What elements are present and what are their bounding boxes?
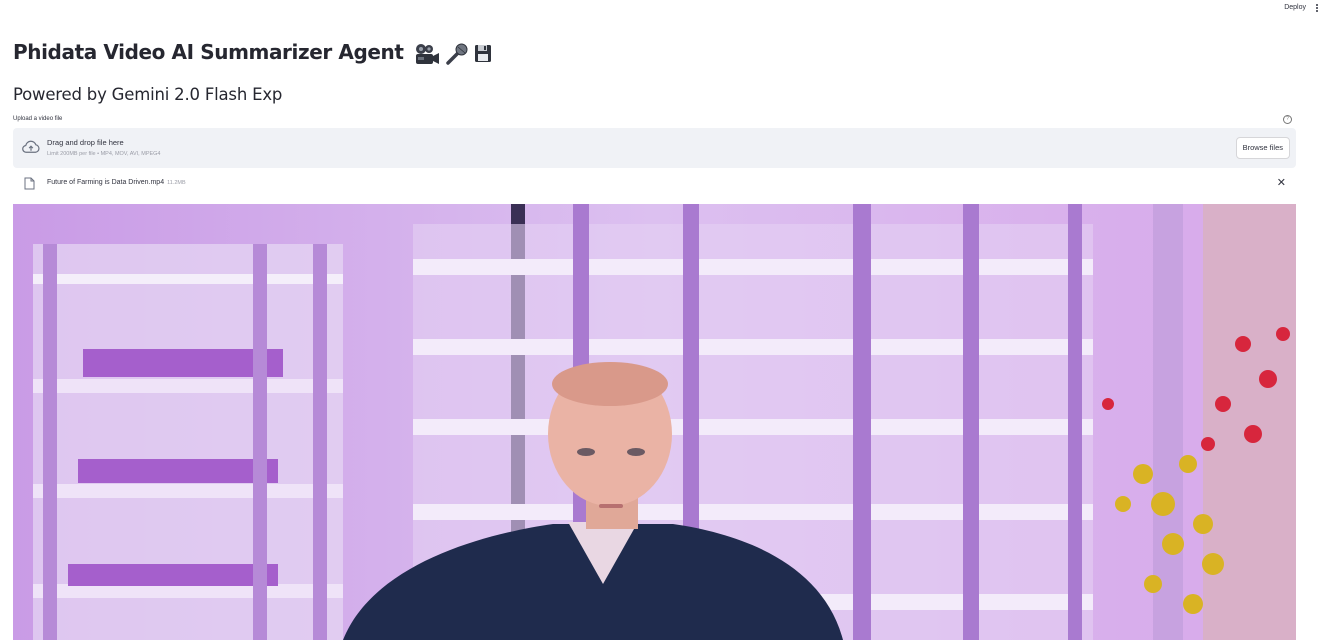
browse-files-button[interactable]: Browse files (1235, 137, 1290, 159)
file-icon (24, 177, 35, 190)
kebab-menu-icon[interactable] (1312, 3, 1322, 15)
page-title: Phidata Video AI Summarizer Agent (13, 40, 492, 65)
dropzone-limit: Limit 200MB per file • MP4, MOV, AVI, MP… (47, 151, 161, 157)
uploaded-file-row: Future of Farming is Data Driven.mp4 11.2… (13, 173, 1296, 193)
title-emojis (414, 43, 492, 65)
file-dropzone[interactable]: Drag and drop file here Limit 200MB per … (13, 128, 1296, 168)
cloud-upload-icon (22, 140, 40, 153)
uploaded-file-name: Future of Farming is Data Driven.mp4 11.2… (47, 179, 186, 186)
help-circle-icon[interactable]: ? (1283, 115, 1292, 124)
top-toolbar: Deploy (0, 0, 1329, 18)
deploy-button[interactable]: Deploy (1284, 4, 1306, 11)
page-subtitle: Powered by Gemini 2.0 Flash Exp (13, 85, 283, 104)
movie-camera-icon (416, 43, 440, 64)
close-icon[interactable]: ✕ (1277, 176, 1286, 189)
page-title-text: Phidata Video AI Summarizer Agent (13, 40, 404, 64)
video-frame (13, 204, 1296, 640)
dropzone-title: Drag and drop file here (47, 138, 124, 147)
floppy-disk-icon (475, 44, 492, 62)
microphone-icon (446, 43, 468, 65)
file-size: 11.2MB (167, 180, 186, 186)
uploader-label: Upload a video file (13, 116, 63, 122)
file-name-text: Future of Farming is Data Driven.mp4 (47, 179, 165, 186)
video-player[interactable] (13, 204, 1296, 640)
